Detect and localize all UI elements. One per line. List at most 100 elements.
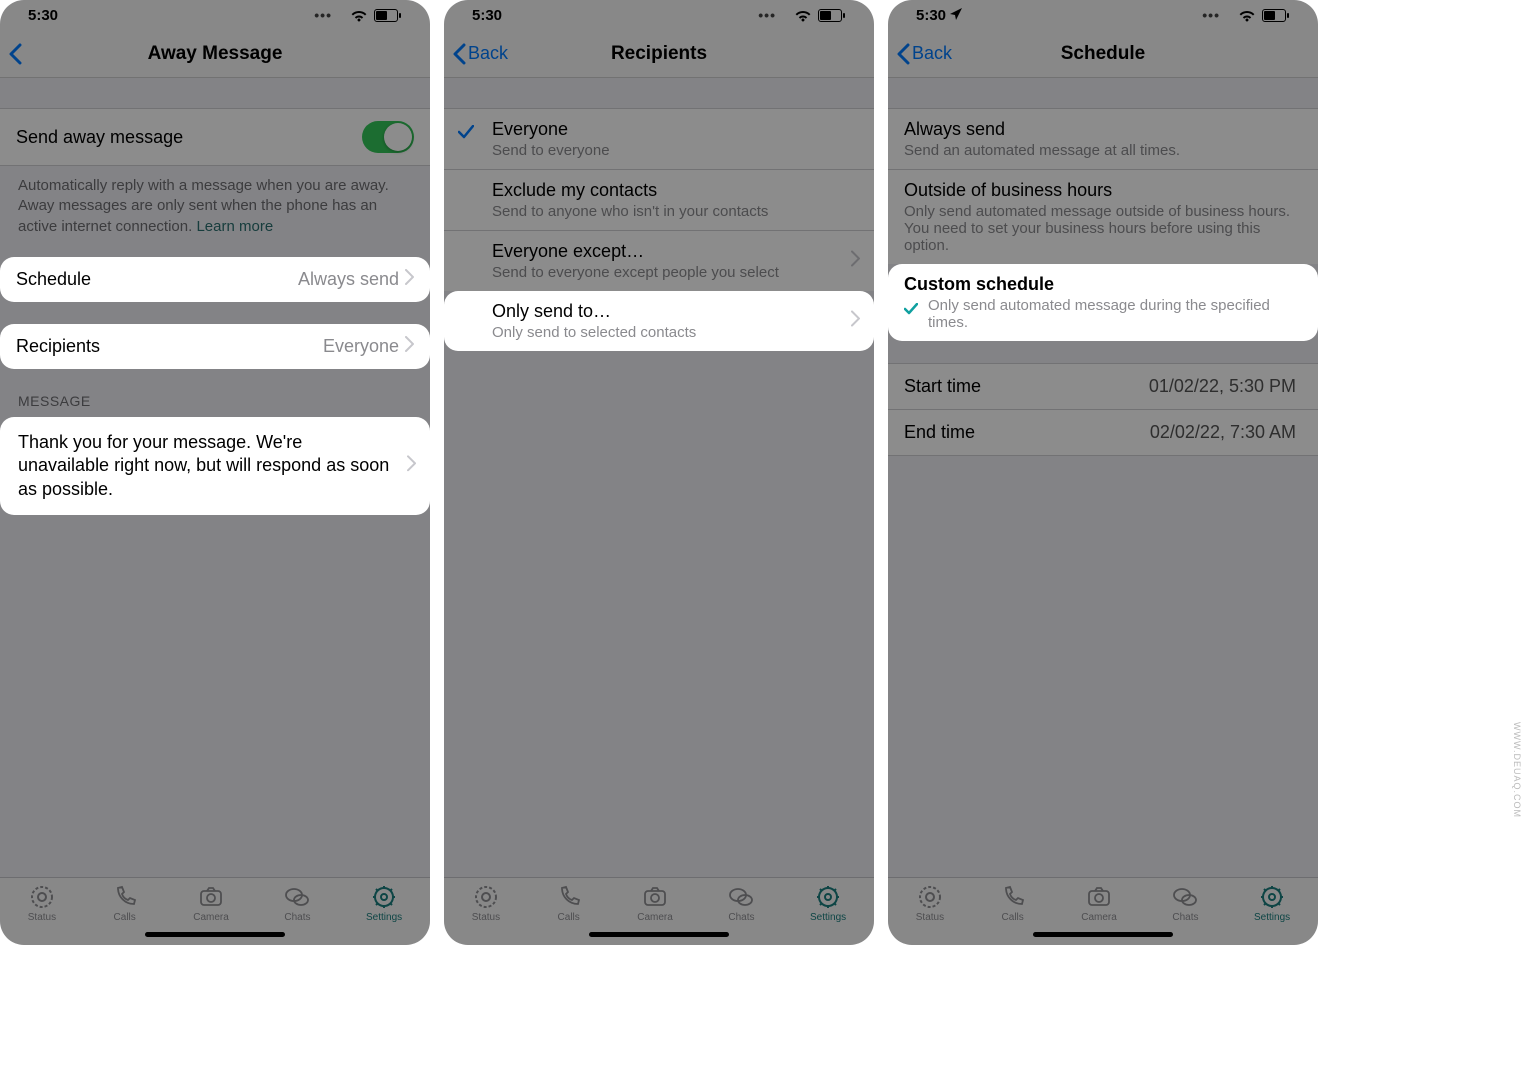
camera-icon: [642, 884, 668, 910]
wifi-icon: [350, 9, 368, 22]
gear-icon: [371, 884, 397, 910]
schedule-value: Always send: [298, 269, 399, 290]
tab-chats[interactable]: Chats: [1172, 884, 1198, 923]
option-title: Only send to…: [492, 301, 858, 322]
nav-title: Away Message: [0, 43, 430, 65]
option-sub: Send to anyone who isn't in your contact…: [492, 203, 858, 220]
option-sub: Send an automated message at all times.: [904, 142, 1302, 159]
chats-icon: [728, 884, 754, 910]
start-time-label: Start time: [904, 376, 981, 397]
recipients-row[interactable]: Recipients Everyone: [0, 324, 430, 369]
option-sub: Send to everyone: [492, 142, 858, 159]
more-dots-icon: •••: [758, 7, 776, 23]
tab-camera[interactable]: Camera: [1081, 884, 1117, 923]
recipients-options: Everyone Send to everyone Exclude my con…: [444, 108, 874, 351]
watermark: WWW.DEUAQ.COM: [1512, 722, 1522, 818]
status-bar: 5:30 •••: [0, 0, 430, 30]
chevron-right-icon: [851, 311, 860, 332]
option-custom-schedule[interactable]: Custom schedule Only send automated mess…: [888, 264, 1318, 341]
option-sub: Only send automated message outside of b…: [904, 203, 1302, 254]
gear-icon: [815, 884, 841, 910]
check-icon: [904, 299, 918, 320]
nav-title: Schedule: [888, 43, 1318, 65]
tab-calls[interactable]: Calls: [112, 884, 138, 923]
chevron-right-icon: [405, 336, 414, 357]
more-dots-icon: •••: [1202, 7, 1220, 23]
status-icon: [473, 884, 499, 910]
tab-calls[interactable]: Calls: [1000, 884, 1026, 923]
option-exclude-contacts[interactable]: Exclude my contacts Send to anyone who i…: [444, 169, 874, 230]
time-rows: Start time 01/02/22, 5:30 PM End time 02…: [888, 363, 1318, 456]
content-area: Everyone Send to everyone Exclude my con…: [444, 78, 874, 877]
status-time: 5:30: [916, 7, 946, 24]
tab-settings[interactable]: Settings: [1254, 884, 1290, 923]
nav-title: Recipients: [444, 43, 874, 65]
phone-icon: [112, 884, 138, 910]
check-icon: [458, 123, 474, 144]
battery-icon: [1262, 9, 1290, 22]
camera-icon: [1086, 884, 1112, 910]
status-bar: 5:30 •••: [888, 0, 1318, 30]
end-time-row[interactable]: End time 02/02/22, 7:30 AM: [888, 409, 1318, 456]
back-button[interactable]: [0, 43, 24, 65]
option-always-send[interactable]: Always send Send an automated message at…: [888, 108, 1318, 169]
chevron-right-icon: [407, 454, 416, 477]
start-time-row[interactable]: Start time 01/02/22, 5:30 PM: [888, 363, 1318, 409]
schedule-label: Schedule: [16, 269, 91, 290]
tab-status[interactable]: Status: [28, 884, 56, 923]
send-away-toggle-row[interactable]: Send away message: [0, 108, 430, 166]
option-sub: Only send automated message during the s…: [928, 297, 1302, 331]
end-time-value: 02/02/22, 7:30 AM: [1150, 422, 1296, 443]
tab-chats[interactable]: Chats: [728, 884, 754, 923]
recipients-label: Recipients: [16, 336, 100, 357]
schedule-row[interactable]: Schedule Always send: [0, 257, 430, 302]
back-label: Back: [468, 43, 508, 64]
learn-more-link[interactable]: Learn more: [196, 218, 273, 235]
wifi-icon: [794, 9, 812, 22]
nav-bar: Away Message: [0, 30, 430, 78]
chevron-left-icon: [8, 43, 22, 65]
start-time-value: 01/02/22, 5:30 PM: [1149, 376, 1296, 397]
message-section-header: MESSAGE: [0, 369, 430, 417]
phone-schedule: 5:30 ••• Back Schedule Always send Send …: [888, 0, 1318, 945]
nav-bar: Back Recipients: [444, 30, 874, 78]
option-title: Always send: [904, 119, 1302, 140]
option-title: Custom schedule: [904, 274, 1302, 295]
status-icon: [29, 884, 55, 910]
option-everyone-except[interactable]: Everyone except… Send to everyone except…: [444, 230, 874, 291]
phone-recipients: 5:30 ••• Back Recipients Everyone S: [444, 0, 874, 945]
option-everyone[interactable]: Everyone Send to everyone: [444, 108, 874, 169]
back-button[interactable]: Back: [888, 43, 952, 65]
home-indicator: [1033, 932, 1173, 937]
end-time-label: End time: [904, 422, 975, 443]
nav-bar: Back Schedule: [888, 30, 1318, 78]
chevron-left-icon: [896, 43, 910, 65]
tab-camera[interactable]: Camera: [637, 884, 673, 923]
tab-calls[interactable]: Calls: [556, 884, 582, 923]
tab-settings[interactable]: Settings: [366, 884, 402, 923]
tab-status[interactable]: Status: [472, 884, 500, 923]
chats-icon: [1172, 884, 1198, 910]
content-area: Always send Send an automated message at…: [888, 78, 1318, 877]
toggle-switch[interactable]: [362, 121, 414, 153]
away-note: Automatically reply with a message when …: [0, 166, 430, 251]
tab-chats[interactable]: Chats: [284, 884, 310, 923]
chevron-right-icon: [851, 251, 860, 272]
message-row[interactable]: Thank you for your message. We're unavai…: [0, 417, 430, 515]
battery-icon: [374, 9, 402, 22]
camera-icon: [198, 884, 224, 910]
content-area: Send away message Automatically reply wi…: [0, 78, 430, 877]
chevron-right-icon: [405, 269, 414, 290]
back-button[interactable]: Back: [444, 43, 508, 65]
toggle-label: Send away message: [16, 127, 183, 148]
gear-icon: [1259, 884, 1285, 910]
option-outside-hours[interactable]: Outside of business hours Only send auto…: [888, 169, 1318, 264]
option-only-send-to[interactable]: Only send to… Only send to selected cont…: [444, 291, 874, 351]
more-dots-icon: •••: [314, 7, 332, 23]
tab-camera[interactable]: Camera: [193, 884, 229, 923]
tab-settings[interactable]: Settings: [810, 884, 846, 923]
wifi-icon: [1238, 9, 1256, 22]
phone-away-message: 5:30 ••• Away Message Send away message …: [0, 0, 430, 945]
chevron-left-icon: [452, 43, 466, 65]
tab-status[interactable]: Status: [916, 884, 944, 923]
